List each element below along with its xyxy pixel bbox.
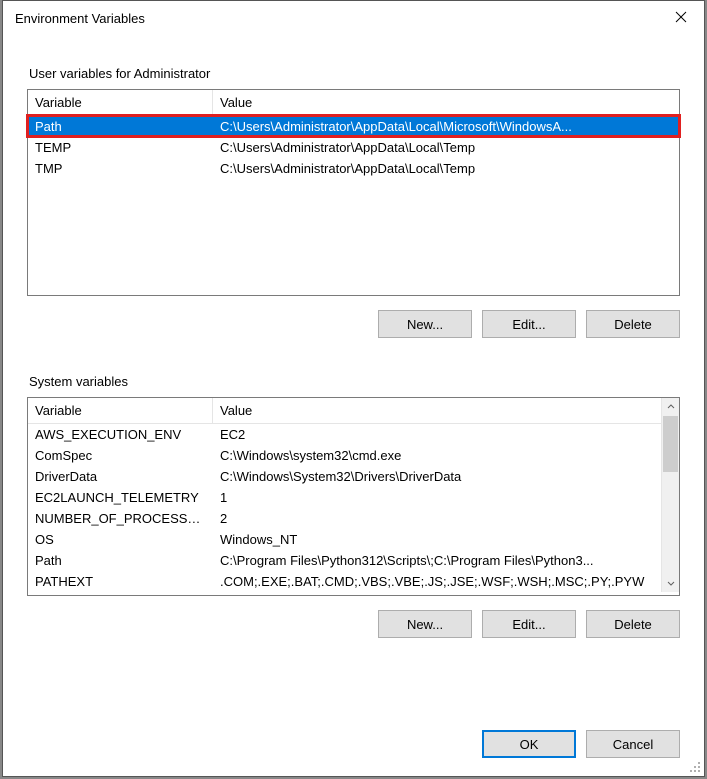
env-vars-dialog: Environment Variables User variables for… bbox=[2, 0, 705, 777]
user-edit-button[interactable]: Edit... bbox=[482, 310, 576, 338]
chevron-up-icon bbox=[667, 400, 675, 414]
system-scrollbar[interactable] bbox=[661, 398, 679, 592]
cancel-button[interactable]: Cancel bbox=[586, 730, 680, 758]
system-header-variable[interactable]: Variable bbox=[28, 398, 213, 423]
var-cell: EC2LAUNCH_TELEMETRY bbox=[28, 487, 213, 508]
table-row[interactable]: PATHEXT.COM;.EXE;.BAT;.CMD;.VBS;.VBE;.JS… bbox=[28, 571, 661, 592]
table-row[interactable]: TEMPC:\Users\Administrator\AppData\Local… bbox=[28, 137, 679, 158]
system-delete-button[interactable]: Delete bbox=[586, 610, 680, 638]
var-cell: DriverData bbox=[28, 466, 213, 487]
value-cell: 1 bbox=[213, 487, 661, 508]
system-vars-header: Variable Value bbox=[28, 398, 661, 424]
var-cell: Path bbox=[28, 550, 213, 571]
var-cell: NUMBER_OF_PROCESSORS bbox=[28, 508, 213, 529]
scroll-track[interactable] bbox=[662, 416, 679, 574]
system-vars-label: System variables bbox=[29, 374, 680, 389]
table-row[interactable]: OSWindows_NT bbox=[28, 529, 661, 550]
var-cell: TMP bbox=[28, 158, 213, 179]
value-cell: C:\Users\Administrator\AppData\Local\Mic… bbox=[213, 116, 679, 137]
dialog-buttons: OK Cancel bbox=[27, 730, 680, 758]
client-area: User variables for Administrator Variabl… bbox=[3, 36, 704, 776]
value-cell: C:\Users\Administrator\AppData\Local\Tem… bbox=[213, 158, 679, 179]
ok-button[interactable]: OK bbox=[482, 730, 576, 758]
var-cell: TEMP bbox=[28, 137, 213, 158]
system-vars-list[interactable]: Variable Value AWS_EXECUTION_ENVEC2ComSp… bbox=[27, 397, 680, 596]
system-buttons: New... Edit... Delete bbox=[27, 610, 680, 638]
table-row[interactable]: TMPC:\Users\Administrator\AppData\Local\… bbox=[28, 158, 679, 179]
table-row[interactable]: AWS_EXECUTION_ENVEC2 bbox=[28, 424, 661, 445]
table-row[interactable]: PathC:\Program Files\Python312\Scripts\;… bbox=[28, 550, 661, 571]
value-cell: C:\Program Files\Python312\Scripts\;C:\P… bbox=[213, 550, 661, 571]
user-new-button[interactable]: New... bbox=[378, 310, 472, 338]
user-vars-header: Variable Value bbox=[28, 90, 679, 116]
var-cell: AWS_EXECUTION_ENV bbox=[28, 424, 213, 445]
window-title: Environment Variables bbox=[15, 11, 145, 26]
table-row[interactable]: ComSpecC:\Windows\system32\cmd.exe bbox=[28, 445, 661, 466]
value-cell: C:\Windows\system32\cmd.exe bbox=[213, 445, 661, 466]
table-row[interactable]: DriverDataC:\Windows\System32\Drivers\Dr… bbox=[28, 466, 661, 487]
table-row[interactable]: NUMBER_OF_PROCESSORS2 bbox=[28, 508, 661, 529]
var-cell: ComSpec bbox=[28, 445, 213, 466]
system-new-button[interactable]: New... bbox=[378, 610, 472, 638]
scroll-thumb[interactable] bbox=[663, 416, 678, 472]
close-icon bbox=[675, 11, 687, 26]
user-buttons: New... Edit... Delete bbox=[27, 310, 680, 338]
var-cell: OS bbox=[28, 529, 213, 550]
value-cell: C:\Windows\System32\Drivers\DriverData bbox=[213, 466, 661, 487]
var-cell: Path bbox=[28, 116, 213, 137]
scroll-down-button[interactable] bbox=[662, 574, 679, 592]
user-delete-button[interactable]: Delete bbox=[586, 310, 680, 338]
table-row[interactable]: EC2LAUNCH_TELEMETRY1 bbox=[28, 487, 661, 508]
user-vars-list[interactable]: Variable Value PathC:\Users\Administrato… bbox=[27, 89, 680, 296]
close-button[interactable] bbox=[658, 1, 704, 36]
titlebar: Environment Variables bbox=[3, 1, 704, 36]
value-cell: Windows_NT bbox=[213, 529, 661, 550]
user-vars-label: User variables for Administrator bbox=[29, 66, 680, 81]
value-cell: 2 bbox=[213, 508, 661, 529]
value-cell: EC2 bbox=[213, 424, 661, 445]
var-cell: PATHEXT bbox=[28, 571, 213, 592]
table-row[interactable]: PathC:\Users\Administrator\AppData\Local… bbox=[28, 116, 679, 137]
value-cell: C:\Users\Administrator\AppData\Local\Tem… bbox=[213, 137, 679, 158]
resize-grip[interactable] bbox=[688, 760, 700, 772]
scroll-up-button[interactable] bbox=[662, 398, 679, 416]
value-cell: .COM;.EXE;.BAT;.CMD;.VBS;.VBE;.JS;.JSE;.… bbox=[213, 571, 661, 592]
system-header-value[interactable]: Value bbox=[213, 398, 661, 423]
user-header-variable[interactable]: Variable bbox=[28, 90, 213, 115]
chevron-down-icon bbox=[667, 576, 675, 590]
system-edit-button[interactable]: Edit... bbox=[482, 610, 576, 638]
user-header-value[interactable]: Value bbox=[213, 90, 679, 115]
